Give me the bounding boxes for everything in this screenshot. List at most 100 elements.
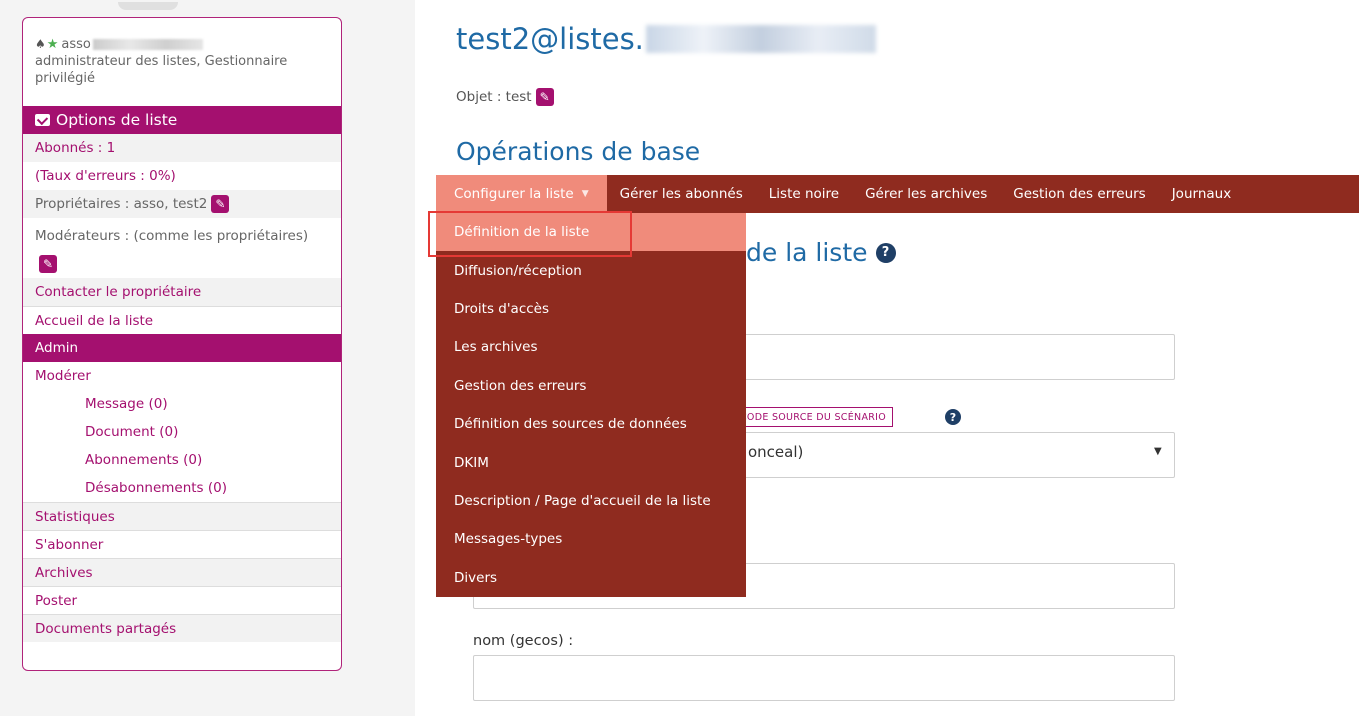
options-header: Options de liste [23,106,341,134]
sidebar-item-label[interactable]: Documents partagés [35,621,176,637]
operations-heading: Opérations de base [456,137,701,166]
user-line: ♠ ★ asso [35,36,329,53]
help-icon[interactable]: ? [945,409,961,425]
menu-bounce-management[interactable]: Gestion des erreurs [1000,175,1158,213]
sidebar-item-admin[interactable]: Admin [23,334,341,362]
menu-item-label[interactable]: Journaux [1172,186,1231,202]
dropdown-item-bounces[interactable]: Gestion des erreurs [436,367,746,405]
moderators-label: Modérateurs : (comme les propriétaires) [35,228,309,244]
sidebar-item-label[interactable]: Admin [35,340,78,356]
envelope-icon [35,114,50,126]
scenario-source-button[interactable]: CODE SOURCE DU SCÉNARIO [737,407,894,427]
sidebar-subitem-label[interactable]: Abonnements (0) [85,452,202,468]
sidebar-item-post[interactable]: Poster [23,586,341,614]
contact-owner-link[interactable]: Contacter le propriétaire [23,278,341,306]
sidebar-item-stats[interactable]: Statistiques [23,502,341,530]
sidebar-subitem-unsubscriptions[interactable]: Désabonnements (0) [23,474,341,502]
sidebar-item-label[interactable]: Statistiques [35,509,115,525]
menu-item-label[interactable]: Gestion des erreurs [1013,186,1145,202]
list-subject: Objet : test ✎ [456,88,554,106]
error-rate-label[interactable]: (Taux d'erreurs : 0%) [35,168,176,184]
dropdown-item-label[interactable]: Gestion des erreurs [454,378,586,394]
section-heading: de la liste ? [746,238,896,267]
dropdown-item-label[interactable]: Messages-types [454,531,562,547]
page-title: test2@listes. [456,22,876,56]
dropdown-item-sending-reception[interactable]: Diffusion/réception [436,251,746,289]
sidebar-subitem-label[interactable]: Document (0) [85,424,178,440]
menu-item-label[interactable]: Gérer les archives [865,186,987,202]
dropdown-item-label[interactable]: Description / Page d'accueil de la liste [454,493,711,509]
list-address: test2@listes. [456,22,644,56]
pencil-icon[interactable]: ✎ [211,195,230,213]
sidebar-subitem-label[interactable]: Désabonnements (0) [85,480,227,496]
dropdown-item-list-definition[interactable]: Définition de la liste [436,213,746,252]
pencil-icon[interactable]: ✎ [39,255,57,273]
sidebar-item-label[interactable]: S'abonner [35,537,103,553]
user-name: asso [61,37,91,52]
menu-configure-label[interactable]: Configurer la liste [454,186,574,202]
dropdown-item-label[interactable]: Divers [454,570,497,586]
sidebar-item-shared-docs[interactable]: Documents partagés [23,614,341,642]
dropdown-item-label[interactable]: Droits d'accès [454,301,549,317]
menu-item-label[interactable]: Gérer les abonnés [620,186,743,202]
sidebar-subitem-message[interactable]: Message (0) [23,390,341,418]
scenario-source-label[interactable]: CODE SOURCE DU SCÉNARIO [740,412,886,423]
menu-manage-archives[interactable]: Gérer les archives [852,175,1000,213]
sidebar-item-label[interactable]: Poster [35,593,77,609]
chevron-down-icon: ▼ [1154,446,1162,457]
gecos-label: nom (gecos) : [473,633,574,649]
moderators-row: Modérateurs : (comme les propriétaires) … [23,218,341,278]
user-icon: ♠ [35,37,46,51]
subscribers-label[interactable]: Abonnés : 1 [35,140,115,156]
section-heading-label: de la liste [746,238,868,267]
subject-label: Objet : test [456,89,532,105]
menu-item-label[interactable]: Liste noire [769,186,839,202]
pencil-icon[interactable]: ✎ [535,88,554,106]
sidebar-subitem-subscriptions[interactable]: Abonnements (0) [23,446,341,474]
owners-row: Propriétaires : asso, test2 ✎ [23,190,341,218]
user-roles: administrateur des listes, Gestionnaire … [35,54,288,86]
dropdown-item-misc[interactable]: Divers [436,559,746,597]
dropdown-item-label[interactable]: Diffusion/réception [454,263,582,279]
user-info: ♠ ★ asso administrateur des listes, Gest… [23,18,341,106]
sidebar-item-subscribe[interactable]: S'abonner [23,530,341,558]
admin-menubar: Configurer la liste ▼ Gérer les abonnés … [436,175,1359,213]
menu-logs[interactable]: Journaux [1159,175,1244,213]
sidebar: ♠ ★ asso administrateur des listes, Gest… [22,17,342,671]
sidebar-item-label[interactable]: Accueil de la liste [35,313,153,329]
star-icon: ★ [46,37,59,52]
avatar [118,2,178,10]
gecos-input[interactable] [473,655,1175,701]
sidebar-item-archives[interactable]: Archives [23,558,341,586]
dropdown-item-label[interactable]: Définition de la liste [454,224,589,240]
owners-label: Propriétaires : asso, test2 [35,196,208,212]
menu-blacklist[interactable]: Liste noire [756,175,852,213]
dropdown-item-dkim[interactable]: DKIM [436,443,746,481]
sidebar-item-home[interactable]: Accueil de la liste [23,306,341,334]
dropdown-item-label[interactable]: Les archives [454,339,538,355]
contact-owner-label[interactable]: Contacter le propriétaire [35,284,201,300]
sidebar-item-label[interactable]: Archives [35,565,93,581]
dropdown-item-message-templates[interactable]: Messages-types [436,520,746,558]
dropdown-item-label[interactable]: Définition des sources de données [454,416,687,432]
error-rate[interactable]: (Taux d'erreurs : 0%) [23,162,341,190]
dropdown-item-description[interactable]: Description / Page d'accueil de la liste [436,482,746,520]
sidebar-item-label[interactable]: Modérer [35,368,91,384]
sidebar-item-moderate[interactable]: Modérer [23,362,341,390]
dropdown-item-label[interactable]: DKIM [454,455,489,471]
chevron-down-icon: ▼ [581,189,589,199]
help-icon[interactable]: ? [875,242,896,263]
menu-configure-list[interactable]: Configurer la liste ▼ [436,175,607,213]
options-header-label: Options de liste [56,111,178,129]
sidebar-subitem-document[interactable]: Document (0) [23,418,341,446]
dropdown-item-data-sources[interactable]: Définition des sources de données [436,405,746,443]
blurred-email [92,39,203,50]
dropdown-item-archives[interactable]: Les archives [436,328,746,366]
dropdown-item-access-rights[interactable]: Droits d'accès [436,290,746,328]
sidebar-subitem-label[interactable]: Message (0) [85,396,168,412]
menu-manage-subscribers[interactable]: Gérer les abonnés [607,175,756,213]
subscribers-count[interactable]: Abonnés : 1 [23,134,341,162]
blurred-domain [645,25,876,53]
configure-dropdown: Définition de la liste Diffusion/récepti… [436,213,746,597]
select-value: onceal) [748,443,804,461]
